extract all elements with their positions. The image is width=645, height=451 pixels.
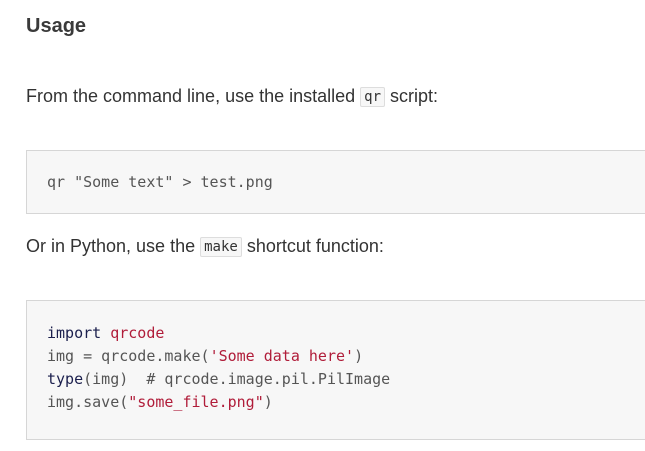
section-heading: Usage (26, 15, 87, 37)
code-segment: ) (263, 393, 273, 411)
cli-code-block[interactable]: qr "Some text" > test.png (26, 150, 645, 214)
python-code-line-2: img = qrcode.make('Some data here') (47, 345, 645, 368)
python-code-line-3: type(img) # qrcode.image.pil.PilImage (47, 368, 645, 391)
python-instruction-paragraph: Or in Python, use the make shortcut func… (26, 236, 384, 257)
cli-instruction-text-before: From the command line, use the installed (26, 86, 361, 106)
module-name: qrcode (110, 324, 165, 342)
cli-code-line: qr "Some text" > test.png (47, 173, 273, 191)
code-segment: img = qrcode.make( (47, 347, 210, 365)
python-code-line-4: img.save("some_file.png") (47, 391, 645, 414)
inline-code-qr: qr (360, 87, 386, 107)
python-instruction-text-before: Or in Python, use the (26, 236, 201, 256)
string-literal: 'Some data here' (209, 347, 355, 365)
cli-instruction-paragraph: From the command line, use the installed… (26, 86, 438, 107)
string-literal: "some_file.png" (128, 393, 264, 411)
code-segment: ) (354, 347, 364, 365)
keyword-import: import (47, 324, 102, 342)
python-code-line-1: import qrcode (47, 322, 645, 345)
code-segment: (img) (83, 370, 147, 388)
builtin-type: type (47, 370, 84, 388)
cli-instruction-text-after: script: (385, 86, 439, 106)
python-code-block[interactable]: import qrcode img = qrcode.make('Some dat… (26, 300, 645, 440)
code-segment: img.save( (47, 393, 129, 411)
code-comment: # qrcode.image.pil.PilImage (146, 370, 391, 388)
inline-code-make: make (200, 237, 242, 257)
python-instruction-text-after: shortcut function: (241, 236, 384, 256)
